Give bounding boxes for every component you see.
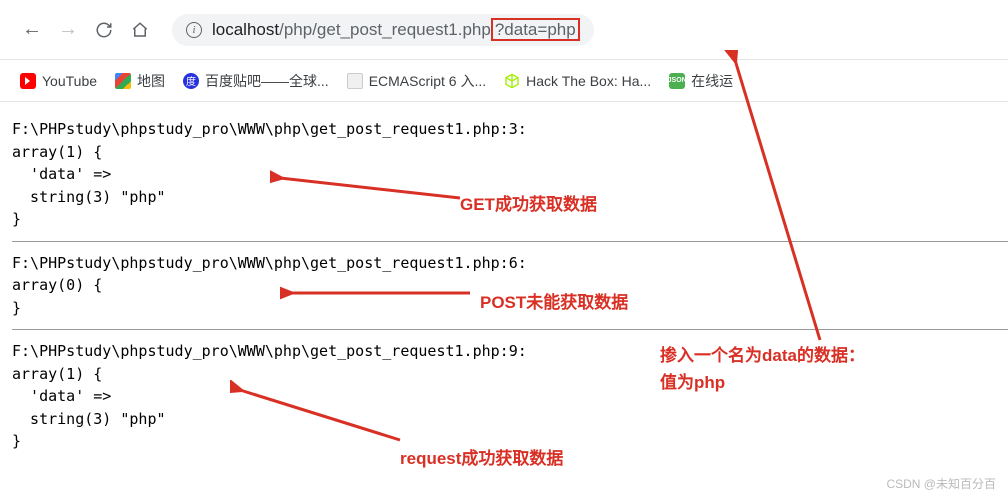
reload-button[interactable]: [92, 21, 116, 39]
forward-button[interactable]: →: [56, 18, 80, 41]
bookmark-label: Hack The Box: Ha...: [526, 73, 651, 89]
bookmark-maps[interactable]: 地图: [115, 71, 165, 91]
watermark: CSDN @未知百分百: [886, 475, 996, 492]
cube-icon: [504, 73, 520, 89]
annotation-request: request成功获取数据: [400, 444, 563, 469]
annotation-get: GET成功获取数据: [460, 190, 597, 215]
json-icon: JSON: [669, 73, 685, 89]
browser-toolbar: ← → i localhost/php/get_post_request1.ph…: [0, 0, 1008, 60]
url-text: localhost/php/get_post_request1.php?data…: [212, 20, 580, 40]
output-get: F:\PHPstudy\phpstudy_pro\WWW\php\get_pos…: [12, 114, 1008, 235]
bookmarks-bar: YouTube 地图 度 百度贴吧——全球... ECMAScript 6 入.…: [0, 60, 1008, 102]
bookmark-youtube[interactable]: YouTube: [20, 73, 97, 89]
bookmark-label: YouTube: [42, 73, 97, 89]
bookmark-label: 在线运: [691, 71, 733, 91]
baidu-icon: 度: [183, 73, 199, 89]
address-bar[interactable]: i localhost/php/get_post_request1.php?da…: [172, 14, 594, 46]
back-button[interactable]: ←: [20, 18, 44, 41]
youtube-icon: [20, 73, 36, 89]
bookmark-ecma[interactable]: ECMAScript 6 入...: [347, 71, 486, 91]
bookmark-label: 地图: [137, 71, 165, 91]
bookmark-baidu[interactable]: 度 百度贴吧——全球...: [183, 71, 329, 91]
annotation-data: 掺入一个名为data的数据： 值为php: [660, 342, 920, 396]
annotation-post: POST未能获取数据: [480, 288, 628, 313]
ecma-icon: [347, 73, 363, 89]
bookmark-json[interactable]: JSON 在线运: [669, 71, 733, 91]
divider: [12, 241, 1008, 242]
bookmark-hackthebox[interactable]: Hack The Box: Ha...: [504, 73, 651, 89]
bookmark-label: 百度贴吧——全球...: [205, 71, 329, 91]
bookmark-label: ECMAScript 6 入...: [369, 71, 486, 91]
maps-icon: [115, 73, 131, 89]
page-content: F:\PHPstudy\phpstudy_pro\WWW\php\get_pos…: [0, 102, 1008, 457]
divider: [12, 329, 1008, 330]
site-info-icon[interactable]: i: [186, 22, 202, 38]
home-button[interactable]: [128, 21, 152, 39]
